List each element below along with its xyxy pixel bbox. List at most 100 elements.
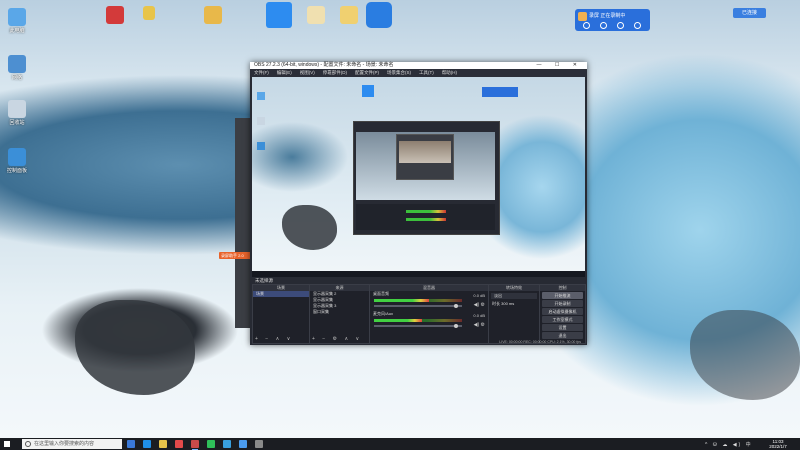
volume-slider-desktop[interactable] xyxy=(374,304,462,308)
app-icon[interactable] xyxy=(255,440,263,448)
speaker-icon[interactable]: ◀) ⚙ xyxy=(474,302,485,308)
window-title: OBS 27.2.3 (64-bit, windows) - 配置文件: 未命名… xyxy=(254,62,394,68)
exit-button[interactable]: 退出 xyxy=(542,332,583,339)
windows-start-icon[interactable] xyxy=(4,441,10,447)
notification-title: 录屏 正在录制中 xyxy=(589,13,626,19)
sources-panel: 来源 显示器采集 2 显示器采集 显示器采集 3 窗口采集 + − ⚙ ∧ ∨ xyxy=(309,284,370,344)
virtual-camera-button[interactable]: 启动虚拟摄像机 xyxy=(542,308,583,315)
channel-name: 麦克风/Aux xyxy=(373,311,394,316)
desktop-icon-recycle-bin[interactable]: 回收站 xyxy=(4,100,30,126)
desktop-icon-control-panel[interactable]: 控制面板 xyxy=(4,148,30,174)
menu-docks[interactable]: 停靠部件(D) xyxy=(323,69,347,77)
file-explorer-icon[interactable] xyxy=(159,440,167,448)
network-icon xyxy=(8,55,26,73)
wechat-icon[interactable] xyxy=(207,440,215,448)
source-item[interactable]: 窗口采集 xyxy=(310,309,369,315)
app-icon[interactable] xyxy=(175,440,183,448)
menu-help[interactable]: 帮助(H) xyxy=(442,69,457,77)
clock-date: 2022/1/7 xyxy=(769,444,787,449)
desktop-icon-folder[interactable] xyxy=(200,6,226,24)
desktop-icon-file-1[interactable] xyxy=(303,6,329,24)
obs-titlebar[interactable]: OBS 27.2.3 (64-bit, windows) - 配置文件: 未命名… xyxy=(250,62,587,69)
file-icon xyxy=(307,6,325,24)
transition-duration[interactable]: 时长 300 ms xyxy=(489,301,539,307)
search-placeholder: 在这里输入你要搜索的内容 xyxy=(34,441,95,447)
close-icon[interactable] xyxy=(634,22,641,29)
nested-obs-window-2 xyxy=(396,134,454,180)
nested-mixer xyxy=(356,204,495,230)
channel-db: 0.0 dB xyxy=(473,313,485,318)
notification-actions xyxy=(583,22,641,29)
nested-meter xyxy=(406,210,446,213)
folder-icon xyxy=(204,6,222,24)
transitions-header: 转场特效 xyxy=(489,285,539,291)
source-status: 未选择源 xyxy=(255,278,273,283)
desktop-background: 此电脑 网络 回收站 控制面板 录屏 正在录制中 已连接 录屏助手 2.0 OB… xyxy=(0,0,800,438)
controls-panel: 控制 开始推流 开始录制 启动虚拟摄像机 工作室模式 设置 退出 xyxy=(539,284,586,344)
slider-knob[interactable] xyxy=(453,324,458,328)
menu-edit[interactable]: 编辑(E) xyxy=(277,69,292,77)
rock-shape xyxy=(75,300,195,395)
studio-mode-button[interactable]: 工作室模式 xyxy=(542,316,583,323)
pause-icon[interactable] xyxy=(600,22,607,29)
record-icon[interactable] xyxy=(583,22,590,29)
duration-label: 时长 xyxy=(492,301,500,306)
taskbar-search[interactable]: 在这里输入你要搜索的内容 xyxy=(22,439,122,449)
recycle-bin-icon xyxy=(257,117,265,125)
desktop-icon-app-2[interactable] xyxy=(136,6,162,20)
desktop-icon-network[interactable]: 网络 xyxy=(4,55,30,81)
avatar xyxy=(578,12,587,21)
network-badge[interactable]: 已连接 xyxy=(733,8,766,18)
window-controls[interactable]: — ☐ ✕ xyxy=(537,62,583,69)
desktop-icon-file-2[interactable] xyxy=(336,6,362,24)
channel-db: 0.0 dB xyxy=(473,293,485,298)
start-recording-button[interactable]: 开始录制 xyxy=(542,300,583,307)
obs-menubar: 文件(F) 编辑(E) 视图(V) 停靠部件(D) 配置文件(P) 场景集合(S… xyxy=(250,69,587,77)
nested-meter xyxy=(406,218,446,221)
taskbar: 在这里输入你要搜索的内容 ^ ⛁ ☁ ◀) 中 11:03 2022/1/7 xyxy=(0,438,800,450)
nested-preview-2 xyxy=(399,141,451,163)
obs-docks: 未选择源 场景 场景 + − ∧ ∨ 来源 显示器采集 2 显示器采集 显示器采… xyxy=(252,277,586,345)
clock[interactable]: 11:03 2022/1/7 xyxy=(760,439,796,449)
mic-icon[interactable]: ◀) ⚙ xyxy=(474,322,485,328)
audio-meter-level xyxy=(374,319,423,322)
start-streaming-button[interactable]: 开始推流 xyxy=(542,292,583,299)
desktop-icon-app-4[interactable] xyxy=(366,2,392,28)
menu-file[interactable]: 文件(F) xyxy=(254,69,269,77)
rock-shape xyxy=(282,205,337,250)
menu-tools[interactable]: 工具(T) xyxy=(419,69,434,77)
nested-obs-window xyxy=(353,121,500,235)
desktop-icon-app-3[interactable] xyxy=(266,2,292,28)
app-icon[interactable] xyxy=(239,440,247,448)
notification-thumb xyxy=(482,87,518,97)
app-icon xyxy=(106,6,124,24)
channel-name: 桌面音频 xyxy=(373,291,389,296)
app-icon xyxy=(362,85,374,97)
system-tray[interactable]: ^ ⛁ ☁ ◀) 中 xyxy=(705,441,753,448)
app-icon xyxy=(266,2,292,28)
computer-icon xyxy=(257,92,265,100)
rock-shape xyxy=(690,310,800,400)
menu-profile[interactable]: 配置文件(P) xyxy=(355,69,379,77)
menu-view[interactable]: 视图(V) xyxy=(300,69,315,77)
obs-preview[interactable] xyxy=(252,77,585,277)
folder-icon[interactable] xyxy=(617,22,624,29)
edge-icon[interactable] xyxy=(143,440,151,448)
scene-item[interactable]: 场景 xyxy=(253,291,309,297)
desktop-icon-this-pc[interactable]: 此电脑 xyxy=(4,8,30,34)
settings-button[interactable]: 设置 xyxy=(542,324,583,331)
helper-badge[interactable]: 录屏助手 2.0 xyxy=(219,252,251,259)
app-icon[interactable] xyxy=(223,440,231,448)
file-icon xyxy=(143,6,155,20)
menu-scene-collection[interactable]: 场景集合(S) xyxy=(387,69,411,77)
duration-value: 300 ms xyxy=(501,301,515,306)
recording-notification[interactable]: 录屏 正在录制中 xyxy=(575,9,650,31)
volume-slider-mic[interactable] xyxy=(374,324,462,328)
desktop-icon-app-1[interactable] xyxy=(102,6,128,24)
transition-select[interactable]: 淡出 xyxy=(491,293,537,299)
task-view-icon[interactable] xyxy=(127,440,135,448)
obs-taskbar-icon[interactable] xyxy=(191,440,199,450)
slider-knob[interactable] xyxy=(453,304,458,308)
transitions-panel: 转场特效 淡出 时长 300 ms xyxy=(488,284,540,344)
recycle-bin-icon xyxy=(8,100,26,118)
